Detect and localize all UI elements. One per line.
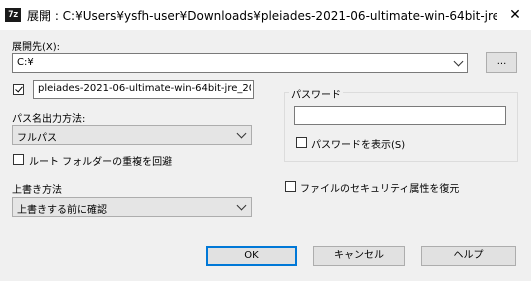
overwrite-mode-select[interactable]: 上書きする前に確認 xyxy=(12,197,252,217)
extract-dialog: 7z 展開 : C:¥Users¥ysfh-user¥Downloads¥ple… xyxy=(0,0,531,281)
restore-security-label[interactable]: ファイルのセキュリティ属性を復元 xyxy=(300,180,459,195)
eliminate-duplication-checkbox[interactable] xyxy=(13,154,24,165)
password-input[interactable] xyxy=(294,106,506,125)
show-password-checkbox[interactable] xyxy=(296,137,307,148)
folder-name-value: pleiades-2021-06-ultimate-win-64bit-jre_… xyxy=(38,83,251,94)
password-group: パスワード xyxy=(284,86,518,162)
chevron-down-icon[interactable] xyxy=(453,56,464,67)
close-button[interactable]: ✕ xyxy=(500,2,530,28)
extract-path-value: C:¥ xyxy=(17,57,34,68)
overwrite-mode-value: 上書きする前に確認 xyxy=(17,205,107,216)
create-folder-checkbox[interactable] xyxy=(13,84,24,95)
ok-button[interactable]: OK xyxy=(206,246,297,266)
path-mode-select[interactable]: フルパス xyxy=(12,125,252,145)
path-mode-value: フルパス xyxy=(17,133,57,144)
title-bar[interactable]: 7z 展開 : C:¥Users¥ysfh-user¥Downloads¥ple… xyxy=(0,0,531,30)
chevron-down-icon xyxy=(236,200,247,211)
browse-button[interactable]: ... xyxy=(486,52,517,73)
show-password-label[interactable]: パスワードを表示(S) xyxy=(311,136,405,151)
chevron-down-icon xyxy=(236,128,247,139)
extract-to-label: 展開先(X): xyxy=(12,42,61,53)
extract-path-combobox[interactable]: C:¥ xyxy=(12,53,468,73)
cancel-button[interactable]: キャンセル xyxy=(313,246,405,266)
path-mode-label: パス名出力方法: xyxy=(12,114,86,125)
window-title: 展開 : C:¥Users¥ysfh-user¥Downloads¥pleiad… xyxy=(27,9,497,23)
7zip-app-icon: 7z xyxy=(5,8,21,22)
help-button[interactable]: ヘルプ xyxy=(421,246,516,266)
folder-name-input[interactable]: pleiades-2021-06-ultimate-win-64bit-jre_… xyxy=(33,80,254,99)
restore-security-checkbox[interactable] xyxy=(285,181,296,192)
overwrite-mode-label: 上書き方法 xyxy=(12,185,62,196)
eliminate-duplication-label[interactable]: ルート フォルダーの重複を回避 xyxy=(29,153,172,168)
password-group-title: パスワード xyxy=(289,86,343,101)
